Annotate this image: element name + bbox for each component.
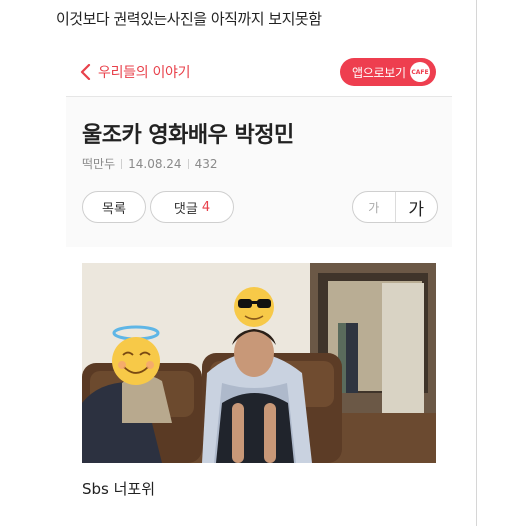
mobile-cafe-post: 우리들의 이야기 앱으로보기 CAFE 울조카 영화배우 박정민 떡만두 14.… [66, 44, 452, 526]
comment-button[interactable]: 댓글 4 [150, 191, 234, 223]
post-author[interactable]: 떡만두 [82, 155, 115, 172]
post-date: 14.08.24 [128, 156, 182, 171]
cafe-badge-icon: CAFE [410, 62, 430, 82]
comment-button-label: 댓글 [173, 201, 198, 217]
meta-divider [187, 158, 189, 169]
list-button[interactable]: 목록 [82, 191, 146, 223]
sunglasses-emoji-icon [234, 287, 274, 327]
post-meta: 떡만두 14.08.24 432 [82, 155, 217, 172]
back-link-label: 우리들의 이야기 [98, 65, 191, 81]
page-divider [476, 0, 477, 526]
list-button-label: 목록 [102, 201, 126, 217]
top-bar: 우리들의 이야기 앱으로보기 CAFE [66, 44, 452, 97]
caption-text: 이것보다 권력있는사진을 아직까지 보지못함 [56, 10, 322, 28]
chevron-left-icon [80, 64, 91, 80]
back-link[interactable]: 우리들의 이야기 [80, 62, 191, 82]
open-app-label: 앱으로보기 [352, 65, 406, 80]
post-views: 432 [194, 156, 218, 171]
comment-count-badge: 4 [201, 199, 211, 215]
meta-divider [121, 158, 123, 169]
post-title: 울조카 영화배우 박정민 [82, 123, 294, 148]
post-photo [82, 263, 436, 463]
font-size-large-button[interactable]: 가 [396, 192, 438, 222]
font-size-toggle: 가 가 [352, 191, 438, 223]
post-header: 울조카 영화배우 박정민 떡만두 14.08.24 432 목록 댓글 4 가 … [66, 97, 452, 247]
font-size-small-button[interactable]: 가 [353, 192, 396, 222]
open-app-button[interactable]: 앱으로보기 CAFE [340, 58, 436, 86]
photo-illustration [82, 263, 436, 463]
post-body-text: Sbs 너포위 [82, 480, 156, 498]
